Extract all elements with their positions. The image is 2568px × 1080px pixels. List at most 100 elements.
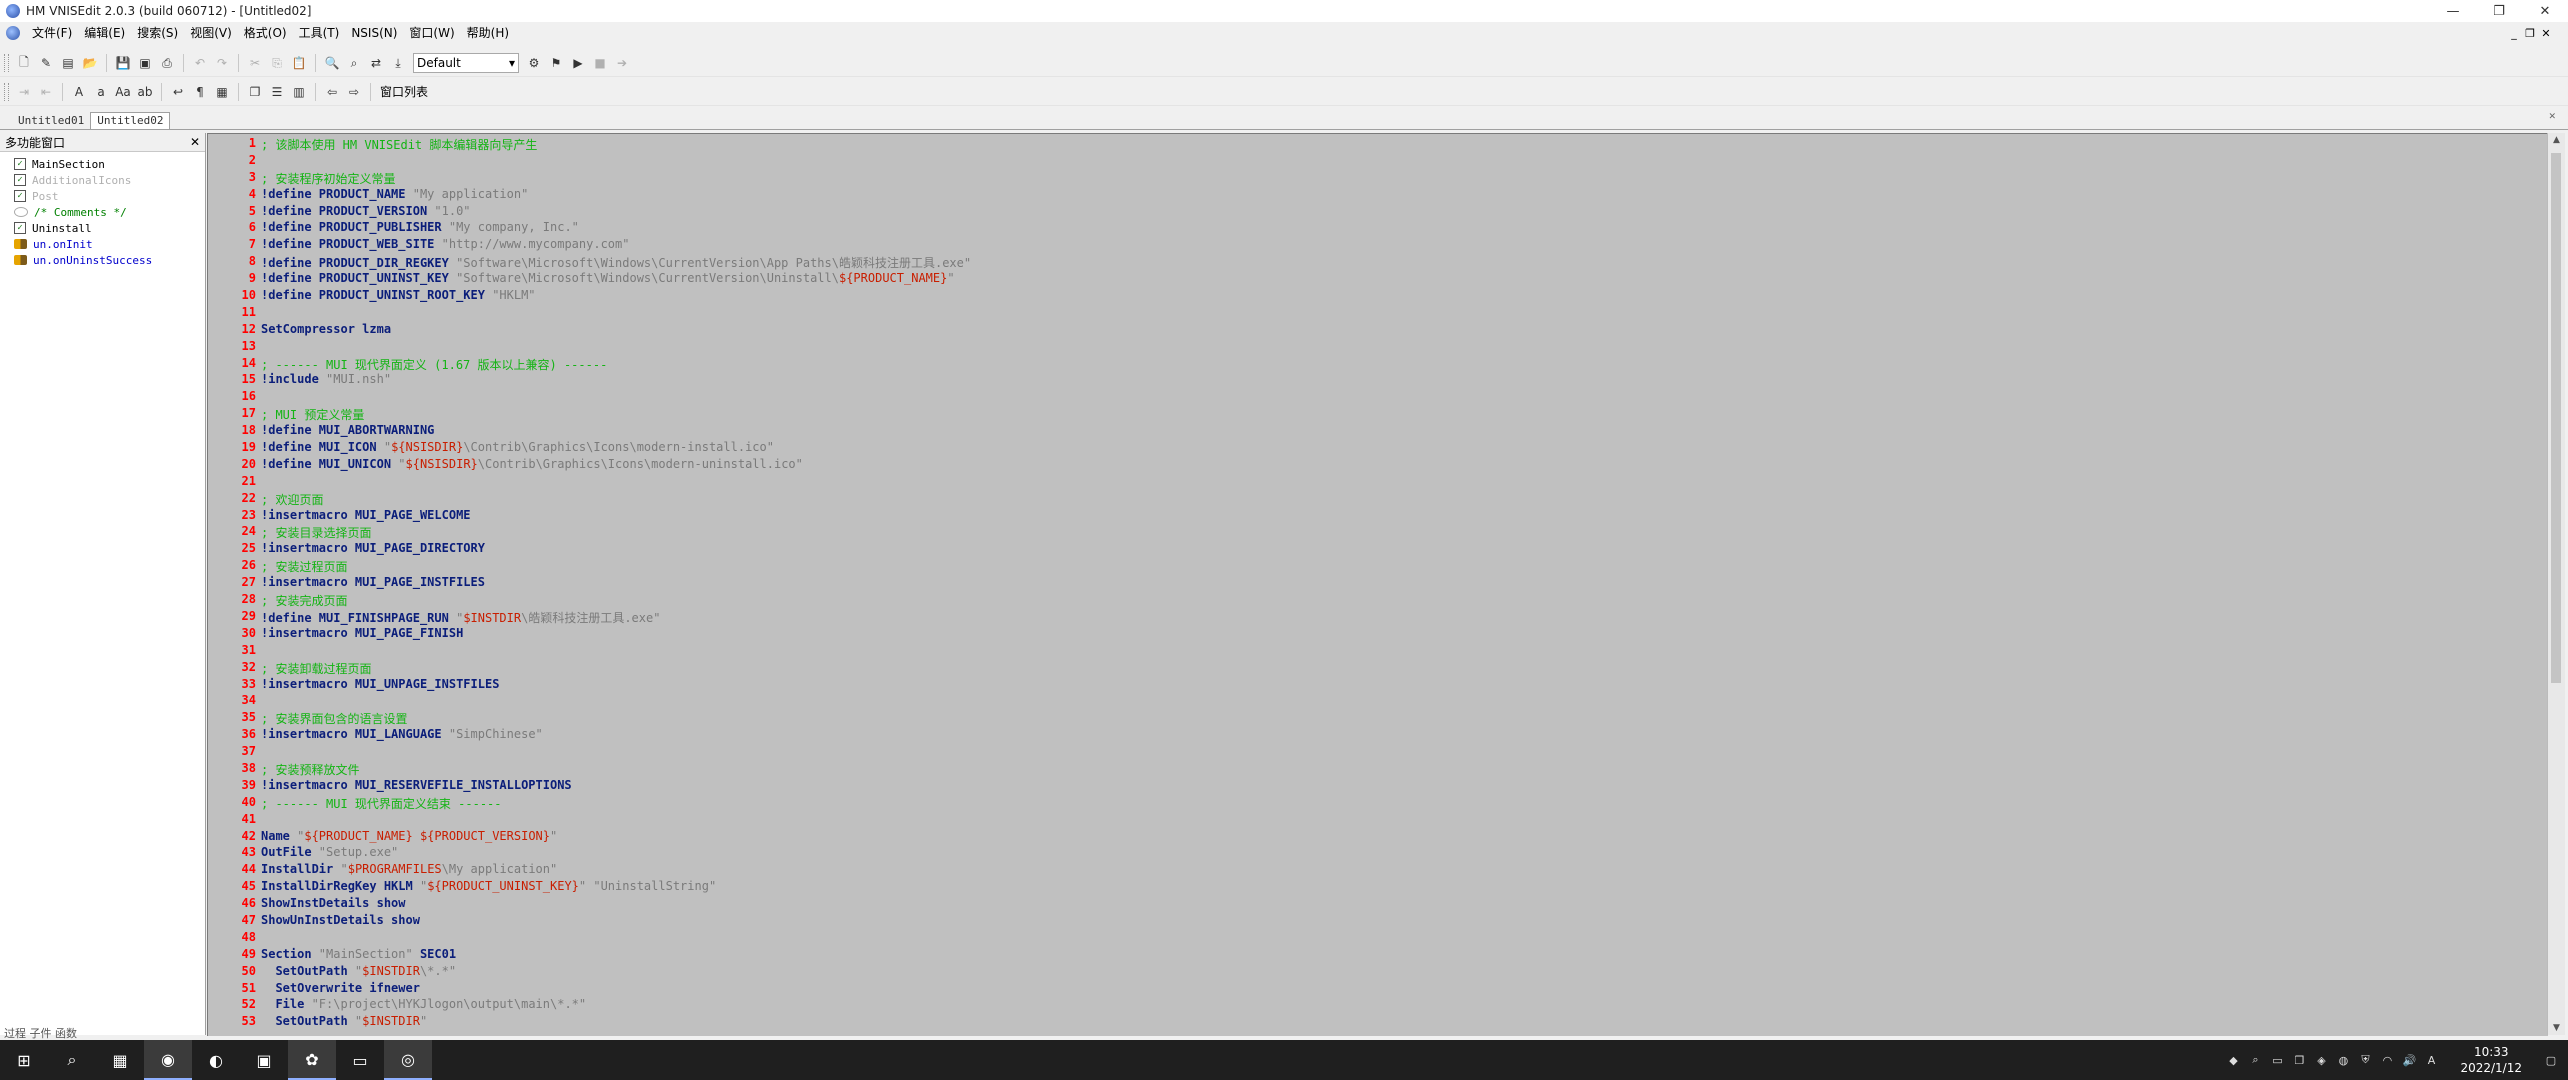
template-icon[interactable]: ▤	[58, 53, 78, 73]
code-line[interactable]: 49 Section "MainSection" SEC01	[208, 947, 971, 964]
cut-icon[interactable]: ✂	[245, 53, 265, 73]
tab-untitled02[interactable]: Untitled02	[90, 112, 171, 129]
folder-icon[interactable]: ▭	[336, 1040, 384, 1080]
notification-icon[interactable]: ▢	[2544, 1053, 2558, 1067]
tray-security-icon[interactable]: ◈	[2314, 1053, 2328, 1067]
code-line[interactable]: 19 !define MUI_ICON "${NSISDIR}\Contrib\G…	[208, 440, 971, 457]
code-line[interactable]: 33 !insertmacro MUI_UNPAGE_INSTFILES	[208, 677, 971, 694]
code-line[interactable]: 24 ; 安装目录选择页面	[208, 524, 971, 541]
properties-icon[interactable]: ▦	[212, 82, 232, 102]
tree-item[interactable]: /* Comments */	[14, 204, 205, 220]
tray-wifi-icon[interactable]: ◠	[2380, 1053, 2394, 1067]
vertical-scrollbar[interactable]: ▲ ▼	[2547, 133, 2565, 1035]
code-line[interactable]: 18 !define MUI_ABORTWARNING	[208, 423, 971, 440]
code-editor[interactable]: 1; 该脚本使用 HM VNISEdit 脚本编辑器向导产生 2 3; 安装程序初始…	[207, 133, 2548, 1036]
code-line[interactable]: 25 !insertmacro MUI_PAGE_DIRECTORY	[208, 541, 971, 558]
mdi-close-button[interactable]: ✕	[2538, 27, 2554, 40]
code-line[interactable]: 51 SetOverwrite ifnewer	[208, 981, 971, 998]
code-line[interactable]: 22 ; 欢迎页面	[208, 491, 971, 508]
code-line[interactable]: 37	[208, 744, 971, 761]
find-icon[interactable]: 🔍	[322, 53, 342, 73]
code-line[interactable]: 7 !define PRODUCT_WEB_SITE "http://www.my…	[208, 237, 971, 254]
menu-format[interactable]: 格式(O)	[238, 22, 293, 44]
windows-start-icon[interactable]: ⊞	[0, 1040, 48, 1080]
code-line[interactable]: 4 !define PRODUCT_NAME "My application"	[208, 187, 971, 204]
code-line[interactable]: 10 !define PRODUCT_UNINST_ROOT_KEY "HKLM"	[208, 288, 971, 305]
code-line[interactable]: 31	[208, 643, 971, 660]
code-line[interactable]: 40 ; ------ MUI 现代界面定义结束 ------	[208, 795, 971, 812]
code-line[interactable]: 42 Name "${PRODUCT_NAME} ${PRODUCT_VERSIO…	[208, 829, 971, 846]
tile-horizontal-icon[interactable]: ☰	[267, 82, 287, 102]
tray-copy-icon[interactable]: ❐	[2292, 1053, 2306, 1067]
code-line[interactable]: 20 !define MUI_UNICON "${NSISDIR}\Contrib…	[208, 457, 971, 474]
capitalize-icon[interactable]: ab	[135, 82, 155, 102]
checkbox-icon[interactable]: ✓	[14, 158, 26, 170]
paragraph-icon[interactable]: ¶	[190, 82, 210, 102]
scroll-down-icon[interactable]: ▼	[2548, 1023, 2565, 1033]
replace-icon[interactable]: ⇄	[366, 53, 386, 73]
menu-file[interactable]: 文件(F)	[26, 22, 78, 44]
tile-vertical-icon[interactable]: ▥	[289, 82, 309, 102]
toggle-case-icon[interactable]: Aa	[113, 82, 133, 102]
code-lines[interactable]: 1; 该脚本使用 HM VNISEdit 脚本编辑器向导产生 2 3; 安装程序初始…	[208, 136, 972, 1031]
code-line[interactable]: 23 !insertmacro MUI_PAGE_WELCOME	[208, 508, 971, 525]
code-line[interactable]: 17 ; MUI 预定义常量	[208, 406, 971, 423]
panel-close-icon[interactable]: ✕	[190, 135, 200, 149]
code-line[interactable]: 44 InstallDir "$PROGRAMFILES\My applicati…	[208, 862, 971, 879]
mdi-minimize-button[interactable]: _	[2506, 27, 2522, 40]
chrome-icon[interactable]: ◉	[144, 1040, 192, 1080]
code-line[interactable]: 43 OutFile "Setup.exe"	[208, 845, 971, 862]
wizard-icon[interactable]: ✎	[36, 53, 56, 73]
code-line[interactable]: 2	[208, 153, 971, 170]
code-line[interactable]: 6 !define PRODUCT_PUBLISHER "My company, …	[208, 220, 971, 237]
tray-display-icon[interactable]: ▭	[2270, 1053, 2284, 1067]
outdent-icon[interactable]: ⇤	[36, 82, 56, 102]
pycharm-icon[interactable]: ▣	[240, 1040, 288, 1080]
tray-search-icon[interactable]: ⌕	[2248, 1053, 2262, 1067]
code-line[interactable]: 27 !insertmacro MUI_PAGE_INSTFILES	[208, 575, 971, 592]
code-line[interactable]: 13	[208, 339, 971, 356]
compile-settings-icon[interactable]: ⚙	[524, 53, 544, 73]
nsis-icon[interactable]: ◎	[384, 1040, 432, 1080]
tree-item[interactable]: ✓ AdditionalIcons	[14, 172, 205, 188]
tree-item[interactable]: ✓ MainSection	[14, 156, 205, 172]
search-icon[interactable]: ⌕	[48, 1040, 96, 1080]
close-tab-icon[interactable]: ✕	[2548, 112, 2556, 122]
menu-window[interactable]: 窗口(W)	[403, 22, 460, 44]
copy-icon[interactable]: ⎘	[267, 53, 287, 73]
code-line[interactable]: 39 !insertmacro MUI_RESERVEFILE_INSTALLOP…	[208, 778, 971, 795]
code-line[interactable]: 16	[208, 389, 971, 406]
print-icon[interactable]: ⎙	[157, 53, 177, 73]
checkbox-icon[interactable]: ✓	[14, 174, 26, 186]
tray-volume-icon[interactable]: 🔊	[2402, 1053, 2417, 1067]
goto-icon[interactable]: ⤓	[388, 53, 408, 73]
next-window-icon[interactable]: ⇨	[344, 82, 364, 102]
uppercase-icon[interactable]: A	[69, 82, 89, 102]
mdi-restore-button[interactable]: ❐	[2522, 27, 2538, 40]
menu-view[interactable]: 视图(V)	[184, 22, 238, 44]
code-line[interactable]: 21	[208, 474, 971, 491]
window-list-button[interactable]: 窗口列表	[376, 82, 432, 102]
checkbox-icon[interactable]: ✓	[14, 190, 26, 202]
scheme-select[interactable]: Default ▾	[413, 53, 519, 73]
code-line[interactable]: 29 !define MUI_FINISHPAGE_RUN "$INSTDIR\皓…	[208, 609, 971, 626]
tree-item[interactable]: un.onUninstSuccess	[14, 252, 205, 268]
code-line[interactable]: 11	[208, 305, 971, 322]
code-line[interactable]: 45 InstallDirRegKey HKLM "${PRODUCT_UNINS…	[208, 879, 971, 896]
code-line[interactable]: 28 ; 安装完成页面	[208, 592, 971, 609]
tree-item[interactable]: un.onInit	[14, 236, 205, 252]
scroll-up-icon[interactable]: ▲	[2548, 135, 2565, 145]
compile-icon[interactable]: ⚑	[546, 53, 566, 73]
ime-indicator[interactable]: A	[2424, 1053, 2438, 1067]
code-line[interactable]: 35 ; 安装界面包含的语言设置	[208, 710, 971, 727]
minimize-button[interactable]: —	[2430, 0, 2476, 22]
code-line[interactable]: 3 ; 安装程序初始定义常量	[208, 170, 971, 187]
menu-nsis[interactable]: NSIS(N)	[345, 22, 403, 44]
prev-window-icon[interactable]: ⇦	[322, 82, 342, 102]
code-line[interactable]: 32 ; 安装卸载过程页面	[208, 660, 971, 677]
code-line[interactable]: 1 ; 该脚本使用 HM VNISEdit 脚本编辑器向导产生	[208, 136, 971, 153]
menu-help[interactable]: 帮助(H)	[461, 22, 515, 44]
code-line[interactable]: 41	[208, 812, 971, 829]
calculator-icon[interactable]: ▦	[96, 1040, 144, 1080]
menu-tools[interactable]: 工具(T)	[293, 22, 346, 44]
